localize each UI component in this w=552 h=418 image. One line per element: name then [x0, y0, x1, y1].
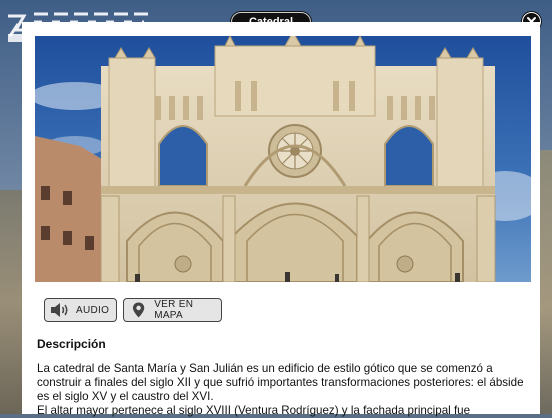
description-paragraph: La catedral de Santa María y San Julián … [37, 362, 524, 403]
map-pin-icon [132, 302, 145, 318]
description-text: La catedral de Santa María y San Julián … [37, 362, 527, 418]
description-paragraph: El altar mayor pertenece al siglo XVIII … [37, 404, 471, 417]
section-title: Descripción [37, 337, 106, 351]
speaker-icon [51, 303, 68, 317]
cathedral-photo [35, 36, 531, 282]
view-on-map-label: VER EN MAPA [154, 299, 194, 321]
audio-button[interactable]: AUDIO [44, 298, 117, 322]
view-on-map-button[interactable]: VER EN MAPA [123, 298, 222, 322]
detail-panel: AUDIO VER EN MAPA Descripción La catedra… [22, 22, 540, 417]
audio-button-label: AUDIO [76, 304, 110, 316]
